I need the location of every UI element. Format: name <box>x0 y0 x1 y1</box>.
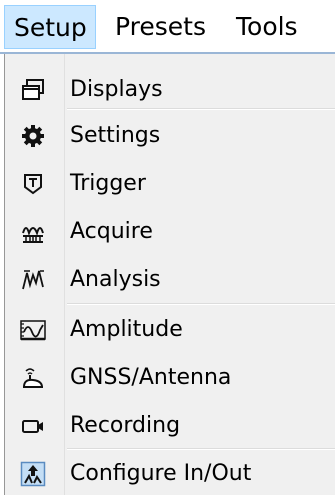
menubar-tools[interactable]: Tools <box>236 5 298 49</box>
menu-separator <box>67 108 335 110</box>
menu-item-label: Configure In/Out <box>70 461 252 486</box>
menu-item-gnss-antenna[interactable]: GNSS/Antenna <box>5 354 335 402</box>
analysis-icon <box>19 266 47 294</box>
menu-item-label: Displays <box>70 77 163 102</box>
menu-item-configure-in-out[interactable]: Configure In/Out <box>5 450 335 498</box>
setup-menu: Displays Settings Trigger Acquire Analys… <box>4 54 335 495</box>
menu-item-trigger[interactable]: Trigger <box>5 160 335 208</box>
menu-separator <box>67 303 335 305</box>
menubar-presets[interactable]: Presets <box>115 5 206 49</box>
menu-item-label: Trigger <box>70 171 146 196</box>
menu-item-label: GNSS/Antenna <box>70 365 232 390</box>
configure-io-icon <box>19 460 47 488</box>
displays-icon <box>19 76 47 104</box>
acquire-icon <box>19 218 47 246</box>
trigger-icon <box>19 170 47 198</box>
menu-item-displays[interactable]: Displays <box>5 66 335 114</box>
recording-icon <box>19 412 47 440</box>
menu-item-label: Amplitude <box>70 317 183 342</box>
menu-bar: Setup Presets Tools <box>0 0 335 54</box>
menu-item-amplitude[interactable]: Amplitude <box>5 306 335 354</box>
menu-item-label: Recording <box>70 413 181 438</box>
menu-item-label: Settings <box>70 123 161 148</box>
menu-item-recording[interactable]: Recording <box>5 402 335 450</box>
gear-icon <box>19 122 47 150</box>
gnss-antenna-icon <box>19 364 47 392</box>
menu-item-label: Analysis <box>70 267 161 292</box>
menu-item-label: Acquire <box>70 219 153 244</box>
menubar-setup[interactable]: Setup <box>4 5 96 49</box>
amplitude-icon <box>19 316 47 344</box>
menu-item-acquire[interactable]: Acquire <box>5 208 335 256</box>
menu-item-analysis[interactable]: Analysis <box>5 256 335 304</box>
menu-item-settings[interactable]: Settings <box>5 112 335 160</box>
